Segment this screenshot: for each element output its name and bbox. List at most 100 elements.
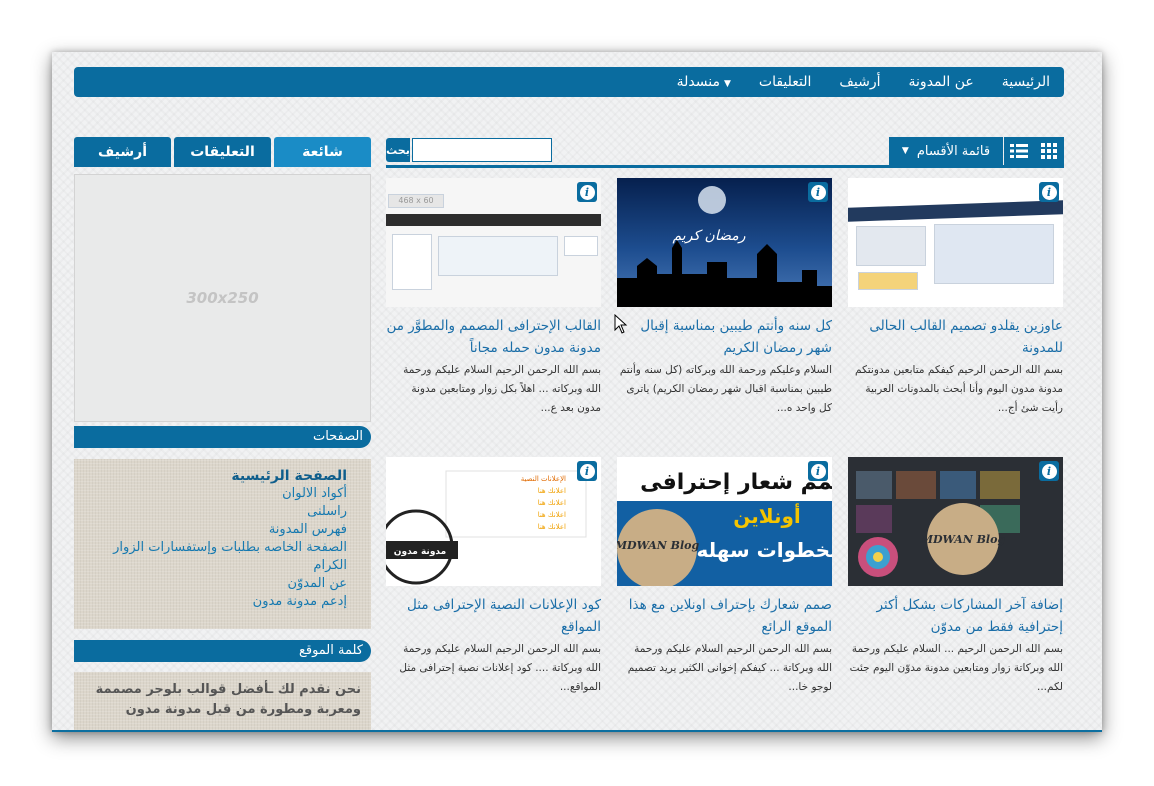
thumb-ad-slot: 468 x 60 (388, 194, 444, 208)
info-icon[interactable]: i (1039, 182, 1059, 202)
site-word-box: نحن نقدم لك ـأفضل قوالب بلوجر مصممة ومعر… (74, 672, 371, 730)
post-thumbnail[interactable]: صمم شعار إحترافى أونلاين بخطوات سهله MDW… (617, 457, 832, 586)
page-frame: الرئيسية عن المدونة أرشيف التعليقات منسد… (52, 52, 1102, 732)
page-link-home[interactable]: الصفحة الرئيسية (82, 467, 347, 485)
page-link-colors[interactable]: أكواد الالوان (82, 485, 347, 503)
ramadan-text: رمضان كريم (672, 228, 745, 244)
info-icon[interactable]: i (808, 182, 828, 202)
post-card: رمضان كريم i كل سنه وأنتم طيبين بمناسبة … (617, 178, 832, 421)
post-thumbnail[interactable]: i (848, 178, 1063, 307)
info-icon-glyph: i (810, 463, 826, 479)
post-title[interactable]: كل سنه وأنتم طيبين بمناسبة إقبال شهر رمض… (617, 315, 832, 359)
logo-art-badge: MDWAN Blog (617, 539, 699, 552)
caret-down-icon: ▼ (901, 146, 909, 156)
nav-home[interactable]: الرئيسية (1002, 74, 1050, 90)
posts-toolbar: بحث ▼ قائمة الأقسام (386, 137, 1064, 168)
info-icon[interactable]: i (577, 182, 597, 202)
post-thumbnail[interactable]: MDWAN Blog i (848, 457, 1063, 586)
post-card: i عاوزين يقلدو تصميم القالب الحالى للمدو… (848, 178, 1063, 421)
thumb-panel (392, 234, 432, 290)
top-navigation: الرئيسية عن المدونة أرشيف التعليقات منسد… (74, 67, 1064, 97)
site-word-title: كلمة الموقع (74, 640, 371, 662)
nav-dropdown-label: منسدلة (676, 74, 720, 90)
nav-comments[interactable]: التعليقات (759, 74, 812, 90)
page-link-support[interactable]: إدعم مدونة مدون (82, 593, 347, 611)
nav-about[interactable]: عن المدونة (909, 74, 974, 90)
logo-art-line1: صمم شعار إحترافى (640, 470, 832, 495)
logo-art-line2: أونلاين (733, 502, 801, 528)
ad-placeholder[interactable]: 300x250 (74, 174, 371, 422)
post-thumbnail[interactable]: 468 x 60 i (386, 178, 601, 307)
text-ads-item: اعلانك هنا (538, 511, 566, 519)
thumb-panel (858, 272, 918, 290)
grid-view-button[interactable] (1034, 137, 1064, 165)
thumb-header-bar (848, 200, 1063, 222)
thumb-panel (438, 236, 558, 276)
text-ads-header: الإعلانات النصية (521, 475, 566, 483)
post-card: 468 x 60 i القالب الإحترافى المصمم والمط… (386, 178, 601, 421)
post-title[interactable]: صمم شعارك بإحتراف اونلاين مع هذا الموقع … (617, 594, 832, 638)
info-icon-glyph: i (1041, 184, 1057, 200)
thumb-panel (934, 224, 1054, 284)
post-snippet: بسم الله الرحمن الرحيم السلام عليكم ورحم… (627, 643, 832, 693)
info-icon-glyph: i (579, 184, 595, 200)
text-ads-art: الإعلانات النصية اعلانك هنا اعلانك هنا ا… (386, 470, 587, 585)
tab-popular[interactable]: شائعة (274, 137, 371, 167)
list-view-button[interactable] (1004, 137, 1034, 165)
categories-dropdown[interactable]: ▼ قائمة الأقسام (889, 137, 1003, 165)
mouse-cursor-icon (614, 314, 628, 334)
post-title[interactable]: إضافة آخر المشاركات بشكل أكثر إحترافية ف… (848, 594, 1063, 638)
site-word-text: نحن نقدم لك ـأفضل قوالب بلوجر مصممة ومعر… (95, 682, 361, 717)
post-card: الإعلانات النصية اعلانك هنا اعلانك هنا ا… (386, 457, 601, 700)
logo-art-line3: بخطوات سهله (696, 538, 832, 562)
page-link-about[interactable]: عن المدوّن (82, 575, 347, 593)
post-title[interactable]: كود الإعلانات النصية الإحترافى مثل الموا… (386, 594, 601, 638)
post-snippet: بسم الله الرحمن الرحيم السلام عليكم ورحم… (399, 643, 601, 693)
pages-widget-title: الصفحات (74, 426, 371, 448)
thumb-ad-size: 468 x 60 (398, 196, 434, 205)
recent-posts-badge: MDWAN Blog (920, 533, 1006, 546)
nav-archive[interactable]: أرشيف (839, 74, 880, 90)
post-snippet: بسم الله الرحمن الرحيم السلام عليكم ورحم… (403, 364, 601, 414)
sidebar-tabs: أرشيف التعليقات شائعة (74, 137, 371, 167)
info-icon[interactable]: i (577, 461, 597, 481)
pages-list: الصفحة الرئيسية أكواد الالوان راسلنى فهر… (74, 459, 371, 629)
info-icon-glyph: i (579, 463, 595, 479)
post-thumbnail[interactable]: الإعلانات النصية اعلانك هنا اعلانك هنا ا… (386, 457, 601, 586)
categories-label: قائمة الأقسام (916, 143, 991, 159)
post-title[interactable]: عاوزين يقلدو تصميم القالب الحالى للمدونة (848, 315, 1063, 359)
post-card: صمم شعار إحترافى أونلاين بخطوات سهله MDW… (617, 457, 832, 700)
ad-size-label: 300x250 (186, 289, 259, 307)
thumb-panel (564, 236, 598, 256)
caret-down-icon: ▼ (723, 79, 731, 89)
page-link-index[interactable]: فهرس المدونة (82, 521, 347, 539)
tab-archive[interactable]: أرشيف (74, 137, 171, 167)
ramadan-art: رمضان كريم (617, 186, 832, 307)
tab-comments[interactable]: التعليقات (174, 137, 271, 167)
text-ads-item: اعلانك هنا (538, 487, 566, 495)
page-link-contact[interactable]: راسلنى (82, 503, 347, 521)
text-ads-item: اعلانك هنا (538, 499, 566, 507)
post-card: MDWAN Blog i إضافة آخر المشاركات بشكل أك… (848, 457, 1063, 700)
post-snippet: بسم الله الرحمن الرحيم ... السلام عليكم … (849, 643, 1063, 693)
list-icon (1010, 144, 1028, 158)
info-icon-glyph: i (1041, 463, 1057, 479)
text-ads-item: اعلانك هنا (538, 523, 566, 531)
post-snippet: بسم الله الرحمن الرحيم كيفكم متابعين مدو… (854, 364, 1063, 414)
search-button[interactable]: بحث (386, 138, 410, 162)
page-link-requests[interactable]: الصفحة الخاصه بطلبات وإستفسارات الزوار ا… (82, 539, 347, 575)
post-title[interactable]: القالب الإحترافى المصمم والمطوَّر من مدو… (386, 315, 601, 359)
stamp-text: مدونة مدون (394, 547, 446, 557)
info-icon-glyph: i (810, 184, 826, 200)
search-input[interactable] (412, 138, 552, 162)
post-thumbnail[interactable]: رمضان كريم i (617, 178, 832, 307)
nav-dropdown[interactable]: منسدلة ▼ (677, 74, 731, 90)
thumb-panel (856, 226, 926, 266)
thumb-header-bar (386, 214, 601, 226)
grid-icon (1041, 143, 1057, 159)
post-snippet: السلام وعليكم ورحمة الله وبركاته (كل سنه… (619, 364, 832, 414)
info-icon[interactable]: i (1039, 461, 1059, 481)
recent-posts-art: MDWAN Blog (856, 471, 1020, 577)
info-icon[interactable]: i (808, 461, 828, 481)
logo-design-art: صمم شعار إحترافى أونلاين بخطوات سهله MDW… (617, 457, 832, 586)
